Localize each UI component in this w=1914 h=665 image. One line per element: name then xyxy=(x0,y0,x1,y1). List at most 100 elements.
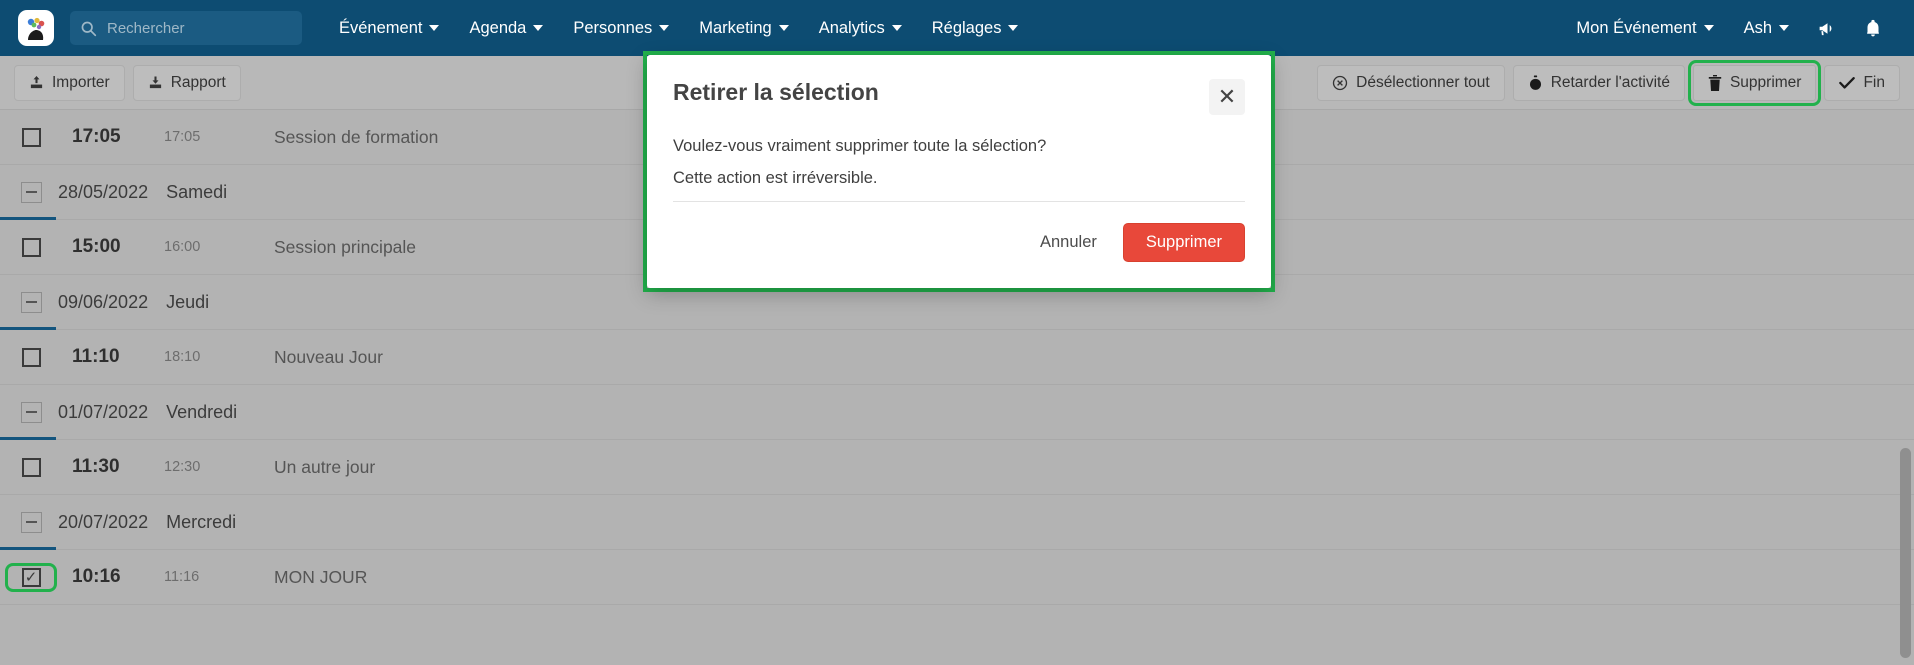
nav-label: Analytics xyxy=(818,18,885,37)
row-checkbox-cell xyxy=(10,237,52,257)
row-title: Un autre jour xyxy=(274,456,376,477)
chevron-down-icon xyxy=(429,25,440,31)
row-checkbox[interactable] xyxy=(21,457,41,477)
row-checkbox[interactable] xyxy=(21,347,41,367)
chevron-down-icon xyxy=(1008,25,1019,31)
event-logo[interactable] xyxy=(18,10,54,46)
row-checkbox-cell xyxy=(10,347,52,367)
checkmark-icon: ✓ xyxy=(24,568,38,586)
collapse-cell xyxy=(10,401,52,423)
trash-icon xyxy=(1708,74,1722,91)
finish-button[interactable]: Fin xyxy=(1824,64,1900,101)
global-search[interactable] xyxy=(70,11,302,45)
stopwatch-icon xyxy=(1528,75,1543,91)
group-date: 01/07/2022 xyxy=(58,401,149,422)
collapse-cell xyxy=(10,511,52,533)
nav-right-cluster: Mon Événement Ash xyxy=(1561,0,1896,56)
nav-item-marketing[interactable]: Marketing xyxy=(684,0,803,56)
chevron-down-icon xyxy=(1779,25,1789,31)
delay-activity-label: Retarder l'activité xyxy=(1550,73,1670,91)
row-start-time: 11:10 xyxy=(72,346,120,367)
user-menu[interactable]: Ash xyxy=(1729,0,1804,56)
bell-icon[interactable] xyxy=(1850,0,1896,56)
cancel-button[interactable]: Annuler xyxy=(1036,227,1101,258)
event-switcher[interactable]: Mon Événement xyxy=(1561,0,1728,56)
table-row[interactable]: 11:10 18:10 Nouveau Jour xyxy=(0,330,1914,385)
table-row[interactable]: ✓ 10:16 11:16 MON JOUR xyxy=(0,550,1914,605)
chevron-down-icon xyxy=(891,25,902,31)
nav-label: Événement xyxy=(339,18,423,37)
top-navigation-bar: Événement Agenda Personnes Marketing Ana… xyxy=(0,0,1914,56)
deselect-all-label: Désélectionner tout xyxy=(1356,73,1490,91)
nav-label: Agenda xyxy=(469,18,527,37)
dialog-footer: Annuler Supprimer xyxy=(673,202,1245,262)
primary-nav-items: Événement Agenda Personnes Marketing Ana… xyxy=(324,0,1033,56)
delay-activity-button[interactable]: Retarder l'activité xyxy=(1512,64,1685,101)
group-weekday: Jeudi xyxy=(166,291,210,312)
finish-label: Fin xyxy=(1863,73,1885,91)
row-end-time: 11:16 xyxy=(164,569,200,585)
row-start-time: 15:00 xyxy=(72,236,121,257)
row-checkbox[interactable] xyxy=(21,237,41,257)
close-icon[interactable]: ✕ xyxy=(1209,79,1245,115)
chevron-down-icon xyxy=(778,25,789,31)
date-group-header[interactable]: 20/07/2022 Mercredi xyxy=(0,495,1914,550)
search-icon xyxy=(80,20,97,37)
collapse-minus-icon[interactable] xyxy=(20,291,42,313)
row-end-time: 18:10 xyxy=(164,349,201,365)
nav-item-agenda[interactable]: Agenda xyxy=(454,0,558,56)
delete-label: Supprimer xyxy=(1729,73,1802,91)
nav-item-reglages[interactable]: Réglages xyxy=(917,0,1034,56)
group-date: 28/05/2022 xyxy=(58,181,149,202)
row-title: Nouveau Jour xyxy=(274,346,383,367)
report-label: Rapport xyxy=(170,73,226,91)
nav-label: Réglages xyxy=(931,18,1002,37)
group-weekday: Mercredi xyxy=(166,511,237,532)
group-date: 09/06/2022 xyxy=(58,291,149,312)
row-start-time: 17:05 xyxy=(72,126,121,147)
dialog-panel: Retirer la sélection ✕ Voulez-vous vraim… xyxy=(647,55,1271,288)
deselect-all-button[interactable]: Désélectionner tout xyxy=(1317,64,1505,101)
row-start-time: 11:30 xyxy=(72,456,120,477)
nav-label: Personnes xyxy=(573,18,653,37)
circle-x-icon xyxy=(1332,75,1348,91)
chevron-down-icon xyxy=(659,25,670,31)
row-checkbox-checked[interactable]: ✓ xyxy=(21,567,41,587)
table-row[interactable]: 11:30 12:30 Un autre jour xyxy=(0,440,1914,495)
dialog-message-line-1: Voulez-vous vraiment supprimer toute la … xyxy=(673,137,1047,155)
row-title: MON JOUR xyxy=(274,566,368,587)
collapse-minus-icon[interactable] xyxy=(20,511,42,533)
upload-icon xyxy=(29,75,44,90)
megaphone-icon[interactable] xyxy=(1804,0,1850,56)
date-group-header[interactable]: 01/07/2022 Vendredi xyxy=(0,385,1914,440)
chevron-down-icon xyxy=(533,25,544,31)
nav-item-personnes[interactable]: Personnes xyxy=(558,0,684,56)
download-icon xyxy=(148,75,163,90)
confirm-delete-button[interactable]: Supprimer xyxy=(1122,223,1245,262)
collapse-minus-icon[interactable] xyxy=(20,401,42,423)
row-end-time: 17:05 xyxy=(164,129,201,145)
nav-label: Marketing xyxy=(699,18,772,37)
toolbar-right-actions: Désélectionner tout Retarder l'activité … xyxy=(1309,59,1900,106)
dialog-title: Retirer la sélection xyxy=(673,79,879,105)
collapse-cell xyxy=(10,291,52,313)
row-title: Session de formation xyxy=(274,126,439,147)
row-checkbox-cell xyxy=(10,457,52,477)
group-date: 20/07/2022 xyxy=(58,511,149,532)
group-weekday: Samedi xyxy=(166,181,228,202)
vertical-scrollbar[interactable] xyxy=(1900,448,1911,658)
nav-item-analytics[interactable]: Analytics xyxy=(804,0,917,56)
nav-item-evenement[interactable]: Événement xyxy=(324,0,454,56)
user-menu-label: Ash xyxy=(1743,18,1772,37)
dialog-message-line-2: Cette action est irréversible. xyxy=(673,169,878,187)
dialog-body: Voulez-vous vraiment supprimer toute la … xyxy=(673,115,1245,202)
collapse-minus-icon[interactable] xyxy=(20,181,42,203)
report-button[interactable]: Rapport xyxy=(132,64,241,101)
import-button[interactable]: Importer xyxy=(14,64,125,101)
row-end-time: 16:00 xyxy=(164,239,201,255)
row-checkbox-cell xyxy=(10,127,52,147)
search-input[interactable] xyxy=(105,18,292,38)
row-checkbox[interactable] xyxy=(21,127,41,147)
delete-button[interactable]: Supprimer xyxy=(1687,59,1822,106)
row-start-time: 10:16 xyxy=(72,566,121,587)
